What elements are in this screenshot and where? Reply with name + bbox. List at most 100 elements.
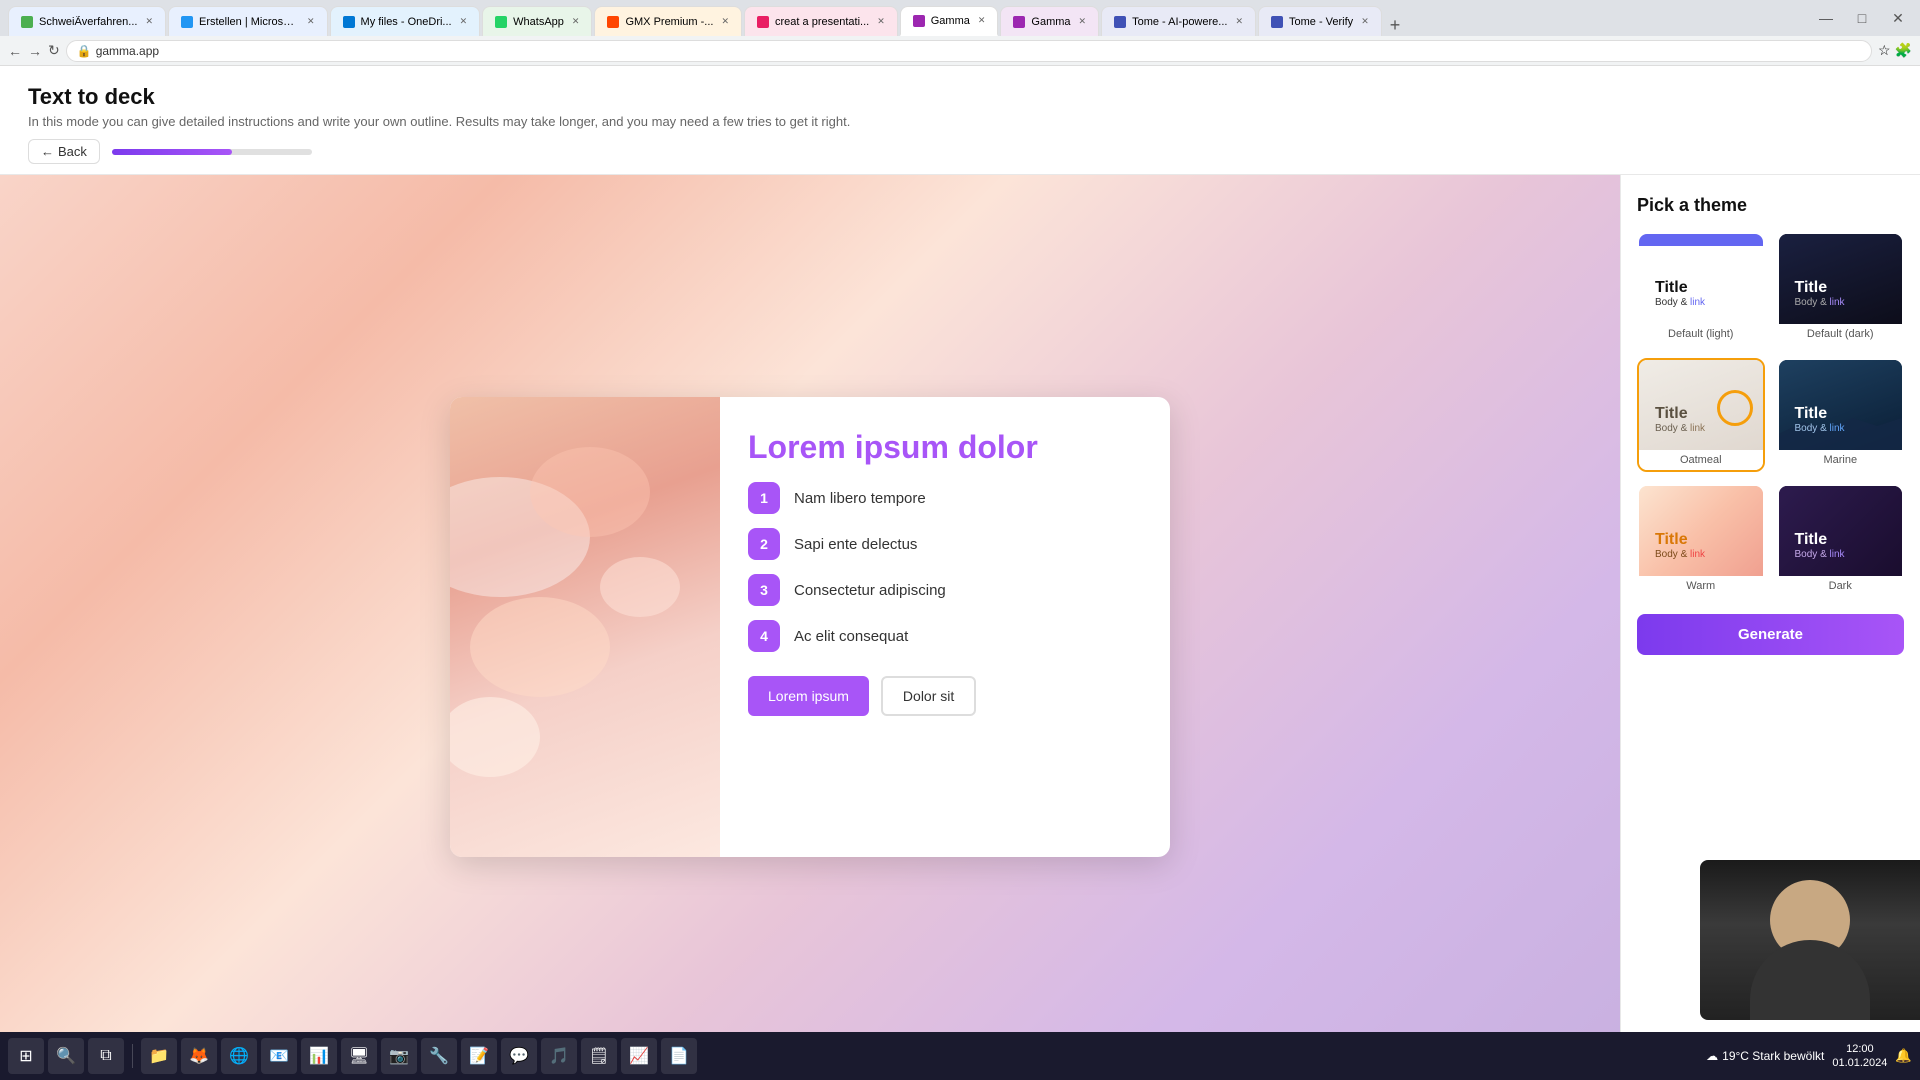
reload-button[interactable]: ↻ xyxy=(48,42,60,59)
theme-label-dark-gradient: Dark xyxy=(1779,576,1903,596)
minimize-button[interactable]: — xyxy=(1812,4,1840,32)
favicon-schweiss xyxy=(21,16,33,28)
taskbar-separator xyxy=(132,1044,133,1068)
page-subtitle: In this mode you can give detailed instr… xyxy=(28,114,1892,129)
taskbar-powerpoint[interactable]: 📊 xyxy=(301,1038,337,1074)
tab-tome[interactable]: Tome - AI-powere... ✕ xyxy=(1101,6,1256,36)
tab-label-create-pres: creat a presentati... xyxy=(775,16,869,28)
tab-tome-verify[interactable]: Tome - Verify ✕ xyxy=(1258,6,1382,36)
taskbar-word[interactable]: 📄 xyxy=(661,1038,697,1074)
tab-whatsapp[interactable]: WhatsApp ✕ xyxy=(482,6,592,36)
slide-number-3: 3 xyxy=(748,574,780,606)
tab-gamma2[interactable]: Gamma ✕ xyxy=(1000,6,1099,36)
taskbar-app7[interactable]: 🗒 xyxy=(581,1038,617,1074)
tab-erstellen[interactable]: Erstellen | Microsof... ✕ xyxy=(168,6,328,36)
taskbar-app3[interactable]: 🔧 xyxy=(421,1038,457,1074)
taskbar-chrome[interactable]: 🌐 xyxy=(221,1038,257,1074)
theme-label-default-light: Default (light) xyxy=(1639,324,1763,344)
tab-label-schweiss: SchweiÃverfahren... xyxy=(39,16,137,28)
slide-item-text-4: Ac elit consequat xyxy=(794,628,908,645)
taskbar-taskview[interactable]: ⧉ xyxy=(88,1038,124,1074)
tab-close-gamma2[interactable]: ✕ xyxy=(1079,16,1087,27)
generate-button[interactable]: Generate xyxy=(1637,614,1904,655)
slide-item-4: 4 Ac elit consequat xyxy=(748,620,1142,652)
windows-start-button[interactable]: ⊞ xyxy=(8,1038,44,1074)
theme-card-default-light[interactable]: Title Body & link Default (light) xyxy=(1637,232,1765,346)
browser-action-icons: ☆ 🧩 xyxy=(1878,42,1912,59)
tab-schweiss[interactable]: SchweiÃverfahren... ✕ xyxy=(8,6,166,36)
taskbar-app5[interactable]: 💬 xyxy=(501,1038,537,1074)
theme-link-oatmeal: link xyxy=(1690,423,1705,434)
taskbar-firefox[interactable]: 🦊 xyxy=(181,1038,217,1074)
slide-list: 1 Nam libero tempore 2 Sapi ente delectu… xyxy=(748,482,1142,652)
cloud-decor-4 xyxy=(530,447,650,537)
tab-close-erstellen[interactable]: ✕ xyxy=(307,16,315,27)
theme-accent-bar xyxy=(1639,240,1763,246)
slide-item-text-1: Nam libero tempore xyxy=(794,490,926,507)
bookmark-icon[interactable]: ☆ xyxy=(1878,42,1891,59)
theme-card-oatmeal[interactable]: Title Body & link Oatmeal xyxy=(1637,358,1765,472)
app-header: Text to deck In this mode you can give d… xyxy=(0,66,1920,175)
back-button[interactable]: ← Back xyxy=(28,139,100,164)
theme-card-marine[interactable]: Title Body & link Marine xyxy=(1777,358,1905,472)
tab-close-tome[interactable]: ✕ xyxy=(1235,16,1243,27)
taskbar-search[interactable]: 🔍 xyxy=(48,1038,84,1074)
forward-nav-button[interactable]: → xyxy=(28,43,42,59)
tab-gmx[interactable]: GMX Premium -... ✕ xyxy=(594,6,742,36)
slide-primary-button[interactable]: Lorem ipsum xyxy=(748,676,869,716)
clock-button[interactable]: 12:00 01.01.2024 xyxy=(1832,1042,1887,1071)
theme-card-warm[interactable]: Title Body & link Warm xyxy=(1637,484,1765,598)
slide-card: Lorem ipsum dolor 1 Nam libero tempore 2… xyxy=(450,397,1170,857)
slide-number-4: 4 xyxy=(748,620,780,652)
tab-create-pres[interactable]: creat a presentati... ✕ xyxy=(744,6,898,36)
tab-close-create-pres[interactable]: ✕ xyxy=(877,16,885,27)
tab-close-gmx[interactable]: ✕ xyxy=(721,16,729,27)
close-window-button[interactable]: ✕ xyxy=(1884,4,1912,32)
theme-body-text-marine: Body & link xyxy=(1795,423,1887,434)
favicon-onedrive xyxy=(343,16,355,28)
header-controls: ← Back xyxy=(28,139,1892,164)
back-nav-button[interactable]: ← xyxy=(8,43,22,59)
theme-card-dark-gradient[interactable]: Title Body & link Dark xyxy=(1777,484,1905,598)
address-text: gamma.app xyxy=(96,44,159,58)
theme-title-text-marine: Title xyxy=(1795,405,1887,423)
taskbar-app6[interactable]: 🎵 xyxy=(541,1038,577,1074)
maximize-button[interactable]: □ xyxy=(1848,4,1876,32)
cloud-decor-5 xyxy=(600,557,680,617)
theme-body-text-default-light: Body & link xyxy=(1655,297,1747,308)
theme-preview-default-dark: Title Body & link xyxy=(1779,234,1903,324)
theme-preview-default-light: Title Body & link xyxy=(1639,234,1763,324)
taskbar-app2[interactable]: 📷 xyxy=(381,1038,417,1074)
taskbar-app1[interactable]: 🖥 xyxy=(341,1038,377,1074)
theme-body-text-warm: Body & link xyxy=(1655,549,1747,560)
tab-close-schweiss[interactable]: ✕ xyxy=(145,16,153,27)
tab-close-tome-verify[interactable]: ✕ xyxy=(1361,16,1369,27)
progress-bar xyxy=(112,149,312,155)
tab-gamma-active[interactable]: Gamma ✕ xyxy=(900,6,999,36)
taskbar: ⊞ 🔍 ⧉ 📁 🦊 🌐 📧 📊 🖥 📷 🔧 📝 💬 🎵 🗒 📈 📄 ☁ 19°C… xyxy=(0,1032,1920,1080)
taskbar-outlook[interactable]: 📧 xyxy=(261,1038,297,1074)
tab-label-tome-verify: Tome - Verify xyxy=(1289,16,1353,28)
weather-icon: ☁ xyxy=(1706,1049,1718,1063)
tab-close-onedrive[interactable]: ✕ xyxy=(460,16,468,27)
taskbar-app4[interactable]: 📝 xyxy=(461,1038,497,1074)
address-bar[interactable]: 🔒 gamma.app xyxy=(66,40,1872,62)
tab-close-whatsapp[interactable]: ✕ xyxy=(572,16,580,27)
extensions-icon[interactable]: 🧩 xyxy=(1895,42,1912,59)
slide-content: Lorem ipsum dolor 1 Nam libero tempore 2… xyxy=(720,397,1170,857)
new-tab-button[interactable]: + xyxy=(1384,15,1407,36)
favicon-whatsapp xyxy=(495,16,507,28)
notification-button[interactable]: 🔔 xyxy=(1895,1048,1912,1064)
taskbar-excel[interactable]: 📈 xyxy=(621,1038,657,1074)
tab-onedrive[interactable]: My files - OneDri... ✕ xyxy=(330,6,481,36)
theme-preview-dark-gradient: Title Body & link xyxy=(1779,486,1903,576)
slide-secondary-button[interactable]: Dolor sit xyxy=(881,676,976,716)
theme-card-default-dark[interactable]: Title Body & link Default (dark) xyxy=(1777,232,1905,346)
theme-preview-content: Title Body & link xyxy=(1647,271,1755,316)
taskbar-file-explorer[interactable]: 📁 xyxy=(141,1038,177,1074)
back-arrow-icon: ← xyxy=(41,144,54,159)
tab-close-gamma-active[interactable]: ✕ xyxy=(978,15,986,26)
preview-area: Lorem ipsum dolor 1 Nam libero tempore 2… xyxy=(0,175,1620,1079)
slide-item-2: 2 Sapi ente delectus xyxy=(748,528,1142,560)
theme-link-default-dark: link xyxy=(1830,297,1845,308)
